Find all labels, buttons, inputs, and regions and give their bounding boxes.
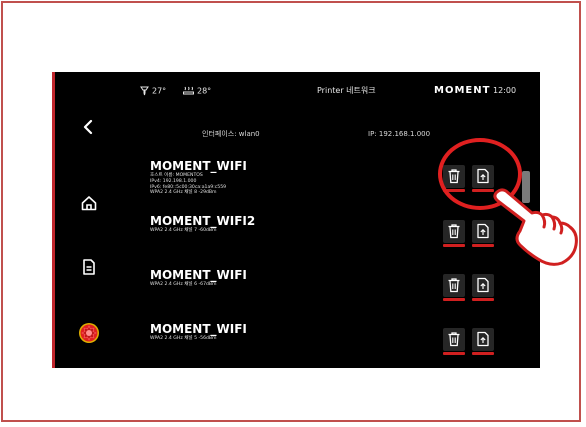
back-icon[interactable] xyxy=(80,118,98,136)
network-item: MOMENT_WIFI 호스트 이름: MOMENTOS IPv4: 192.1… xyxy=(150,159,247,196)
network-item: MOMENT_WIFI WPA2 2.4 GHz 채널 6 -67dBm xyxy=(150,268,247,287)
page-title: Printer 네트워크 xyxy=(317,86,376,95)
heated-bed-icon xyxy=(183,86,194,95)
network-item: MOMENT_WIFI2 WPA2 2.4 GHz 채널 7 -60dBm xyxy=(150,214,256,233)
bed-temp: 28° xyxy=(183,86,211,97)
ip-label: IP: 192.168.1.000 xyxy=(368,130,431,138)
network-name: MOMENT_WIFI xyxy=(150,159,247,173)
file-upload-icon xyxy=(477,331,489,347)
brand-logo: MOMENT xyxy=(434,85,491,96)
printer-screen: 27° 28° Printer 네트워크 MOMENT 12:00 인터페이스:… xyxy=(52,72,540,368)
trash-icon xyxy=(448,224,460,239)
delete-network-button[interactable] xyxy=(443,274,465,301)
file-upload-icon xyxy=(477,223,489,239)
delete-network-button[interactable] xyxy=(443,220,465,247)
settings-gear-icon[interactable] xyxy=(78,322,100,344)
delete-network-button[interactable] xyxy=(443,328,465,355)
interface-label: 인터페이스: wlan0 xyxy=(202,130,260,138)
network-name: MOMENT_WIFI xyxy=(150,268,247,282)
home-icon[interactable] xyxy=(80,194,98,212)
trash-icon xyxy=(448,332,460,347)
clock: 12:00 xyxy=(493,86,517,95)
network-name: MOMENT_WIFI2 xyxy=(150,214,256,228)
network-item: MOMENT_WIFI WPA2 2.4 GHz 채널 5 -56dBm xyxy=(150,322,247,341)
trash-icon xyxy=(448,278,460,293)
connect-network-button[interactable] xyxy=(472,274,494,301)
screen-accent-bar xyxy=(52,72,55,368)
file-upload-icon xyxy=(477,277,489,293)
network-name: MOMENT_WIFI xyxy=(150,322,247,336)
nozzle-icon xyxy=(140,86,149,96)
file-icon[interactable] xyxy=(80,258,98,276)
connect-network-button[interactable] xyxy=(472,328,494,355)
pointing-hand-icon xyxy=(493,188,578,266)
nozzle-temp: 27° xyxy=(140,86,166,97)
